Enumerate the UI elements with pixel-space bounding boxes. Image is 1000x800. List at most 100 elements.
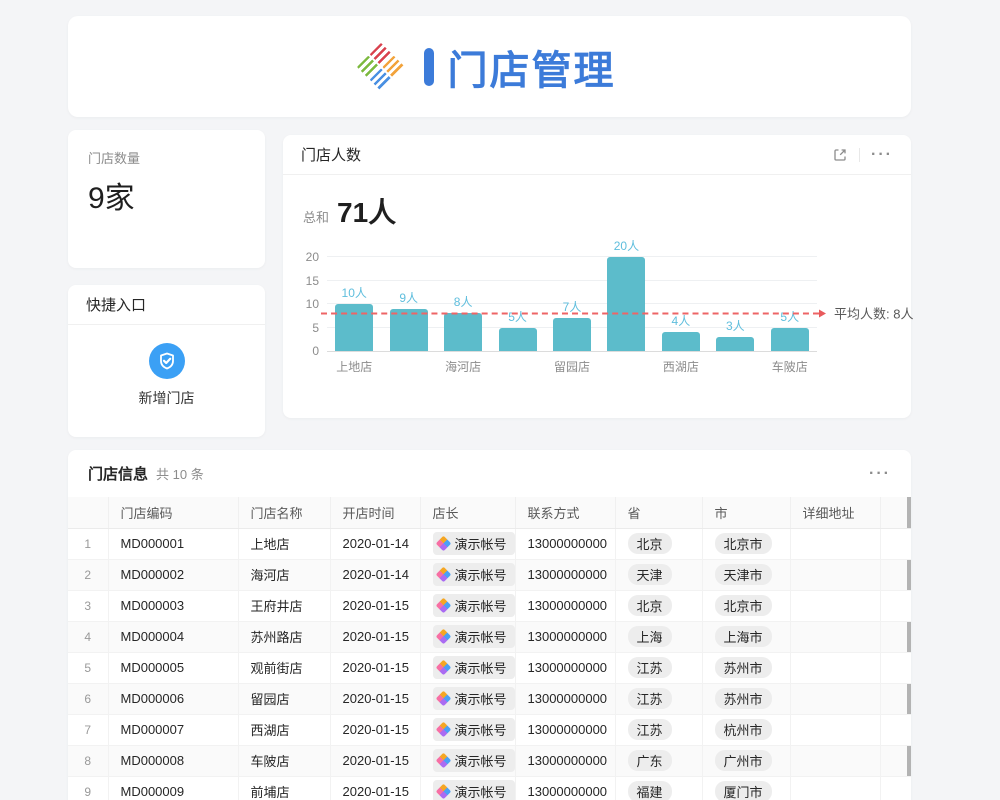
cell-address [790, 652, 880, 683]
manager-pill[interactable]: 演示帐号 [433, 687, 515, 710]
cell-empty [880, 652, 911, 683]
account-avatar-icon [435, 722, 451, 738]
province-tag: 上海 [628, 626, 672, 647]
y-axis-tick: 0 [291, 344, 319, 358]
cell-store-code: MD000003 [108, 590, 238, 621]
province-tag: 广东 [628, 750, 672, 771]
manager-pill[interactable]: 演示帐号 [433, 718, 515, 741]
city-tag: 苏州市 [715, 657, 772, 678]
headcount-chart-card: 门店人数 ··· 总和 71人 平均人数: 8人 0510152010人上地店9… [283, 135, 911, 418]
cell-province: 上海 [615, 621, 702, 652]
account-avatar-icon [435, 536, 451, 552]
chart-bar[interactable] [499, 328, 537, 352]
cell-store-name: 观前街店 [238, 652, 330, 683]
table-row[interactable]: 4MD000004苏州路店2020-01-15演示帐号13000000000上海… [68, 621, 911, 652]
manager-pill[interactable]: 演示帐号 [433, 563, 515, 586]
cell-open-date: 2020-01-15 [330, 590, 420, 621]
cell-address [790, 528, 880, 559]
chart-bar[interactable] [553, 318, 591, 351]
column-header: 详细地址 [790, 497, 880, 528]
page-title: 门店管理 [448, 38, 616, 96]
manager-pill[interactable]: 演示帐号 [433, 656, 515, 679]
cell-empty [880, 559, 911, 590]
chart-bar[interactable] [716, 337, 754, 351]
cell-store-code: MD000004 [108, 621, 238, 652]
cell-city: 杭州市 [702, 714, 790, 745]
province-tag: 北京 [628, 533, 672, 554]
manager-pill[interactable]: 演示帐号 [433, 749, 515, 772]
table-row[interactable]: 3MD000003王府井店2020-01-15演示帐号13000000000北京… [68, 590, 911, 621]
manager-name: 演示帐号 [455, 565, 507, 584]
table-row[interactable]: 2MD000002海河店2020-01-14演示帐号13000000000天津天… [68, 559, 911, 590]
city-tag: 北京市 [715, 533, 772, 554]
cell-phone: 13000000000 [515, 528, 615, 559]
x-axis-label: 海河店 [423, 358, 503, 375]
table-row[interactable]: 8MD000008车陂店2020-01-15演示帐号13000000000广东广… [68, 745, 911, 776]
table-row[interactable]: 1MD000001上地店2020-01-14演示帐号13000000000北京北… [68, 528, 911, 559]
column-header: 省 [615, 497, 702, 528]
cell-province: 北京 [615, 590, 702, 621]
gridline [327, 256, 817, 257]
cell-phone: 13000000000 [515, 714, 615, 745]
cell-phone: 13000000000 [515, 776, 615, 800]
city-tag: 厦门市 [715, 781, 772, 800]
store-management-page: 门店管理 门店数量 9家 快捷入口 新增门店 门店人数 [0, 0, 1000, 800]
cell-row-number: 1 [68, 528, 108, 559]
city-tag: 北京市 [715, 595, 772, 616]
manager-name: 演示帐号 [455, 751, 507, 770]
manager-pill[interactable]: 演示帐号 [433, 532, 515, 555]
chart-bar[interactable] [662, 332, 700, 351]
column-header: 市 [702, 497, 790, 528]
cell-empty [880, 714, 911, 745]
cell-city: 苏州市 [702, 683, 790, 714]
cell-address [790, 621, 880, 652]
cell-phone: 13000000000 [515, 683, 615, 714]
table-row[interactable]: 5MD000005观前街店2020-01-15演示帐号13000000000江苏… [68, 652, 911, 683]
chart-plot: 平均人数: 8人 0510152010人上地店9人8人海河店5人7人留园店20人… [327, 258, 817, 352]
column-header: 门店名称 [238, 497, 330, 528]
cell-province: 福建 [615, 776, 702, 800]
manager-pill[interactable]: 演示帐号 [433, 625, 515, 648]
add-store-button[interactable]: 新增门店 [68, 325, 265, 408]
table-row[interactable]: 6MD000006留园店2020-01-15演示帐号13000000000江苏苏… [68, 683, 911, 714]
city-tag: 杭州市 [715, 719, 772, 740]
table-row[interactable]: 7MD000007西湖店2020-01-15演示帐号13000000000江苏杭… [68, 714, 911, 745]
cell-phone: 13000000000 [515, 590, 615, 621]
account-avatar-icon [435, 691, 451, 707]
x-axis-label: 留园店 [532, 358, 612, 375]
cell-phone: 13000000000 [515, 621, 615, 652]
account-avatar-icon [435, 567, 451, 583]
cell-address [790, 745, 880, 776]
cell-store-name: 前埔店 [238, 776, 330, 800]
cell-city: 广州市 [702, 745, 790, 776]
column-header: 店长 [420, 497, 515, 528]
cell-store-name: 王府井店 [238, 590, 330, 621]
shield-check-icon [149, 343, 185, 379]
province-tag: 天津 [628, 564, 672, 585]
cell-city: 北京市 [702, 528, 790, 559]
column-header: 联系方式 [515, 497, 615, 528]
cell-city: 上海市 [702, 621, 790, 652]
store-info-card: 门店信息 共 10 条 ··· 门店编码门店名称开店时间店长联系方式省市详细地址… [68, 450, 911, 800]
chart-bar[interactable] [771, 328, 809, 352]
manager-name: 演示帐号 [455, 534, 507, 553]
cell-empty [880, 528, 911, 559]
chart-more-menu-icon[interactable]: ··· [871, 150, 893, 160]
cell-open-date: 2020-01-15 [330, 652, 420, 683]
cell-row-number: 4 [68, 621, 108, 652]
manager-pill[interactable]: 演示帐号 [433, 594, 515, 617]
cell-empty [880, 745, 911, 776]
cell-empty [880, 776, 911, 800]
table-record-count: 共 10 条 [156, 464, 204, 483]
expand-icon[interactable] [832, 147, 848, 163]
table-more-menu-icon[interactable]: ··· [869, 469, 891, 479]
table-row[interactable]: 9MD000009前埔店2020-01-15演示帐号13000000000福建厦… [68, 776, 911, 800]
cell-phone: 13000000000 [515, 745, 615, 776]
manager-pill[interactable]: 演示帐号 [433, 780, 515, 800]
manager-name: 演示帐号 [455, 658, 507, 677]
cell-manager: 演示帐号 [420, 559, 515, 590]
y-axis-tick: 15 [291, 274, 319, 288]
city-tag: 广州市 [715, 750, 772, 771]
cell-store-code: MD000008 [108, 745, 238, 776]
cell-row-number: 7 [68, 714, 108, 745]
